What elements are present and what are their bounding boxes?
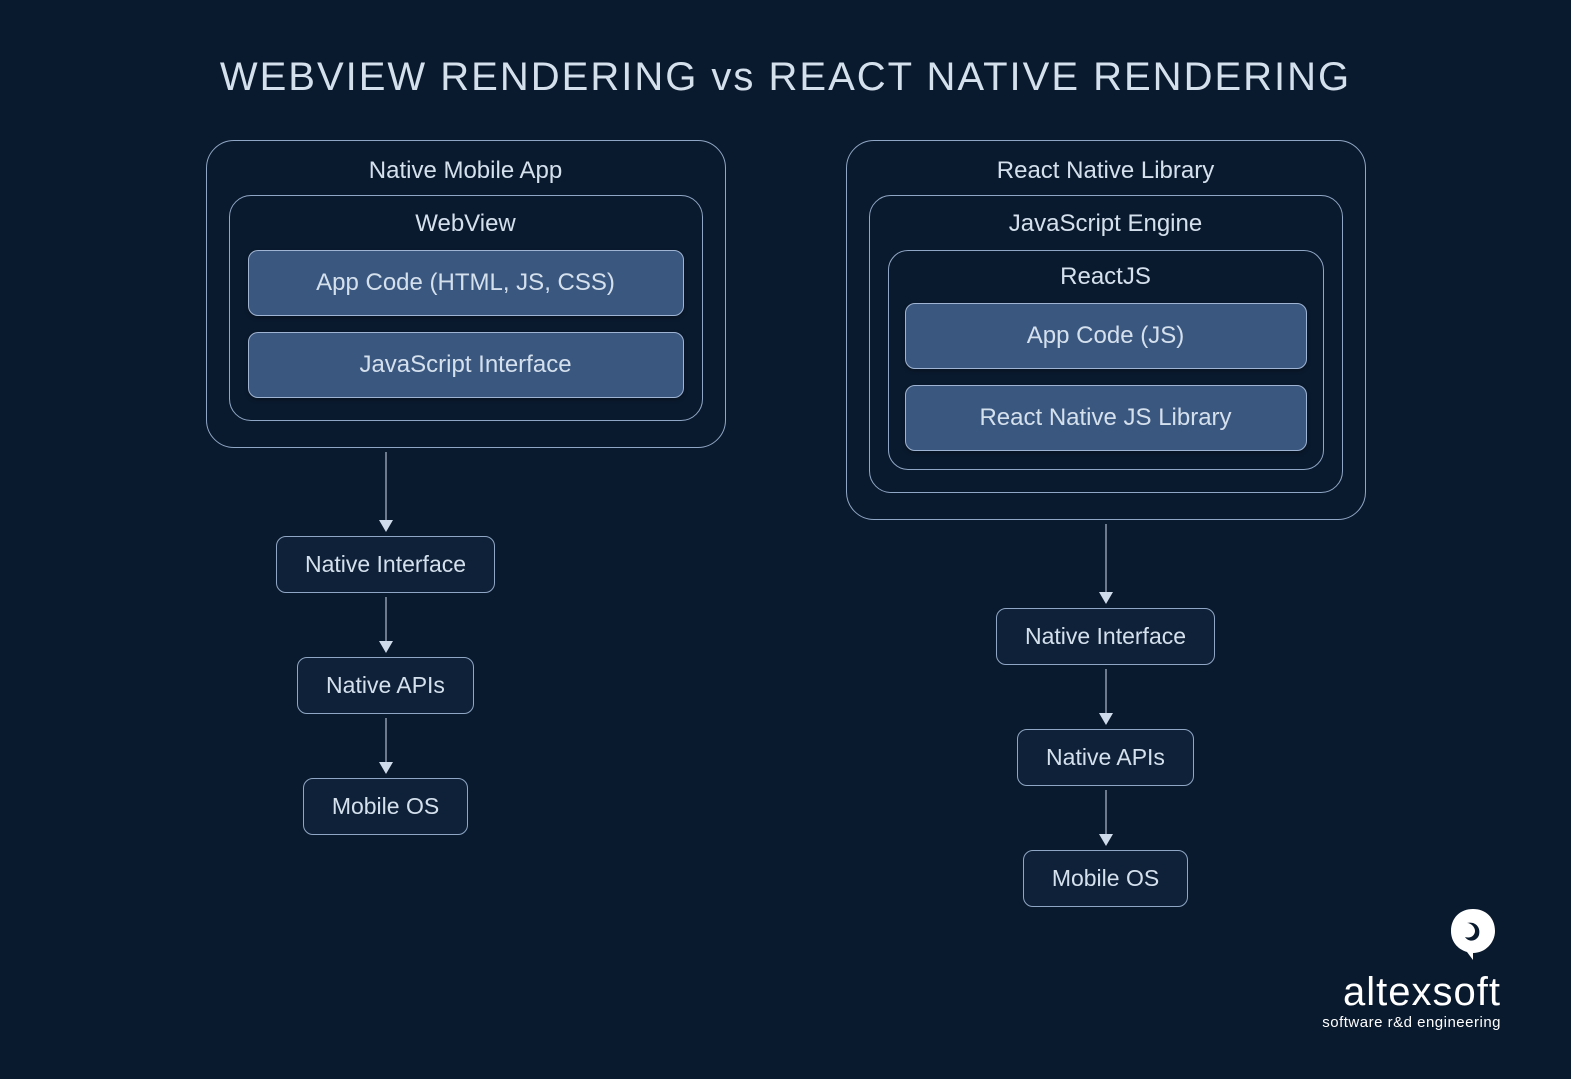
diagram-columns: Native Mobile App WebView App Code (HTML…: [0, 140, 1571, 907]
native-mobile-app-box: Native Mobile App WebView App Code (HTML…: [206, 140, 726, 448]
react-native-column: React Native Library JavaScript Engine R…: [846, 140, 1366, 907]
webview-box: WebView App Code (HTML, JS, CSS) JavaScr…: [229, 195, 703, 421]
native-apis-box-left: Native APIs: [297, 657, 474, 714]
javascript-engine-label: JavaScript Engine: [888, 210, 1324, 238]
reactjs-label: ReactJS: [905, 263, 1307, 291]
javascript-engine-box: JavaScript Engine ReactJS App Code (JS) …: [869, 195, 1343, 493]
logo-brand-text: altexsoft: [1322, 972, 1501, 1012]
native-apis-box-right: Native APIs: [1017, 729, 1194, 786]
arrow-icon: [385, 597, 387, 653]
app-code-js-box: App Code (JS): [905, 303, 1307, 369]
mobile-os-box-left: Mobile OS: [303, 778, 468, 835]
diagram-title: WEBVIEW RENDERING vs REACT NATIVE RENDER…: [0, 0, 1571, 100]
logo-tagline: software r&d engineering: [1322, 1014, 1501, 1031]
react-native-js-library-box: React Native JS Library: [905, 385, 1307, 451]
logo-mark-icon: [1445, 905, 1501, 966]
arrow-icon: [1105, 790, 1107, 846]
webview-column: Native Mobile App WebView App Code (HTML…: [206, 140, 726, 907]
mobile-os-box-right: Mobile OS: [1023, 850, 1188, 907]
arrow-icon: [385, 452, 387, 532]
react-native-library-box: React Native Library JavaScript Engine R…: [846, 140, 1366, 520]
javascript-interface-box: JavaScript Interface: [248, 332, 684, 398]
arrow-icon: [385, 718, 387, 774]
native-mobile-app-label: Native Mobile App: [229, 157, 703, 185]
reactjs-box: ReactJS App Code (JS) React Native JS Li…: [888, 250, 1324, 470]
altexsoft-logo: altexsoft software r&d engineering: [1322, 905, 1501, 1031]
arrow-icon: [1105, 669, 1107, 725]
native-interface-box-left: Native Interface: [276, 536, 495, 593]
arrow-icon: [1105, 524, 1107, 604]
native-interface-box-right: Native Interface: [996, 608, 1215, 665]
react-native-library-label: React Native Library: [869, 157, 1343, 185]
app-code-html-box: App Code (HTML, JS, CSS): [248, 250, 684, 316]
webview-label: WebView: [248, 210, 684, 238]
